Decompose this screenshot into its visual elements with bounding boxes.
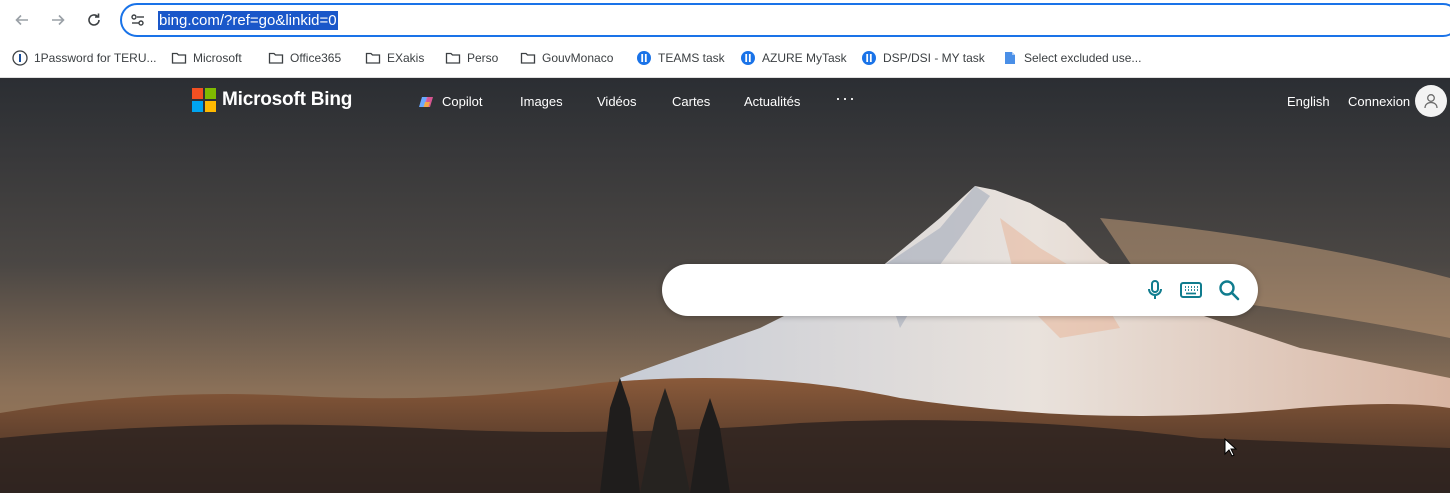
copilot-icon [419,97,433,107]
search-box [662,264,1258,316]
bookmark-office365[interactable]: Office365 [268,48,341,68]
brand-name: Microsoft Bing [222,89,353,110]
avatar[interactable] [1415,85,1447,117]
folder-icon [365,52,381,64]
nav-more-button[interactable]: ··· [835,88,856,108]
bookmarks-bar: 1Password for TERU... Microsoft Office36… [0,40,1450,78]
search-button[interactable] [1216,277,1242,303]
nav-copilot[interactable]: Copilot [418,92,482,112]
bookmark-label: Microsoft [193,51,242,65]
task-icon [637,51,651,65]
password-icon [12,50,28,66]
bookmark-label: DSP/DSI - MY task [883,51,985,65]
forward-button[interactable] [46,8,70,32]
nav-videos[interactable]: Vidéos [597,92,637,112]
arrow-right-icon [52,14,65,26]
task-icon [741,51,755,65]
bookmark-perso[interactable]: Perso [445,48,498,68]
nav-label: Copilot [442,94,483,109]
bookmark-microsoft[interactable]: Microsoft [171,48,242,68]
bookmark-azure-mytask[interactable]: AZURE MyTask [740,48,847,68]
bookmark-dsp-dsi-my-task[interactable]: DSP/DSI - MY task [861,48,985,68]
browser-toolbar: bing.com/?ref=go&linkid=0 [0,0,1450,40]
address-bar[interactable]: bing.com/?ref=go&linkid=0 [120,3,1450,37]
bookmark-teams-task[interactable]: TEAMS task [636,48,725,68]
bookmark-label: 1Password for TERU... [34,51,157,65]
bookmark-label: GouvMonaco [542,51,614,65]
bookmark-label: Select excluded use... [1024,51,1142,65]
nav-news[interactable]: Actualités [744,92,800,112]
microsoft-logo-icon [192,88,216,112]
task-icon [862,51,876,65]
language-toggle[interactable]: English [1287,92,1330,112]
bookmark-label: TEAMS task [658,51,725,65]
url-text[interactable]: bing.com/?ref=go&linkid=0 [158,11,338,30]
bing-homepage: Microsoft Bing Copilot Images Vidéos Car… [0,78,1450,493]
user-icon [1424,94,1438,109]
arrow-left-icon [15,14,28,26]
microphone-icon [1148,280,1162,299]
bookmark-exakis[interactable]: EXakis [365,48,424,68]
voice-search-button[interactable] [1142,277,1168,303]
keyboard-icon [1180,282,1202,298]
folder-icon [171,52,187,64]
folder-icon [445,52,461,64]
back-button[interactable] [10,8,34,32]
site-settings-icon[interactable] [130,12,146,28]
bookmark-label: Perso [467,51,499,65]
bookmark-select-excluded[interactable]: Select excluded use... [1002,48,1141,68]
bookmark-label: AZURE MyTask [762,51,847,65]
bookmark-label: EXakis [387,51,425,65]
signin-link[interactable]: Connexion [1348,92,1410,112]
bookmark-gouvmonaco[interactable]: GouvMonaco [520,48,613,68]
bing-logo[interactable]: Microsoft Bing [192,88,352,112]
search-input[interactable] [686,276,1146,304]
reload-button[interactable] [82,8,106,32]
folder-icon [268,52,284,64]
bookmark-1password[interactable]: 1Password for TERU... [12,48,156,68]
page-icon [1005,52,1015,64]
bookmark-label: Office365 [290,51,342,65]
reload-icon [88,13,100,26]
folder-icon [520,52,536,64]
nav-maps[interactable]: Cartes [672,92,710,112]
keyboard-button[interactable] [1178,277,1204,303]
search-icon [1219,280,1240,301]
mouse-cursor-icon [1224,438,1238,457]
nav-images[interactable]: Images [520,92,563,112]
